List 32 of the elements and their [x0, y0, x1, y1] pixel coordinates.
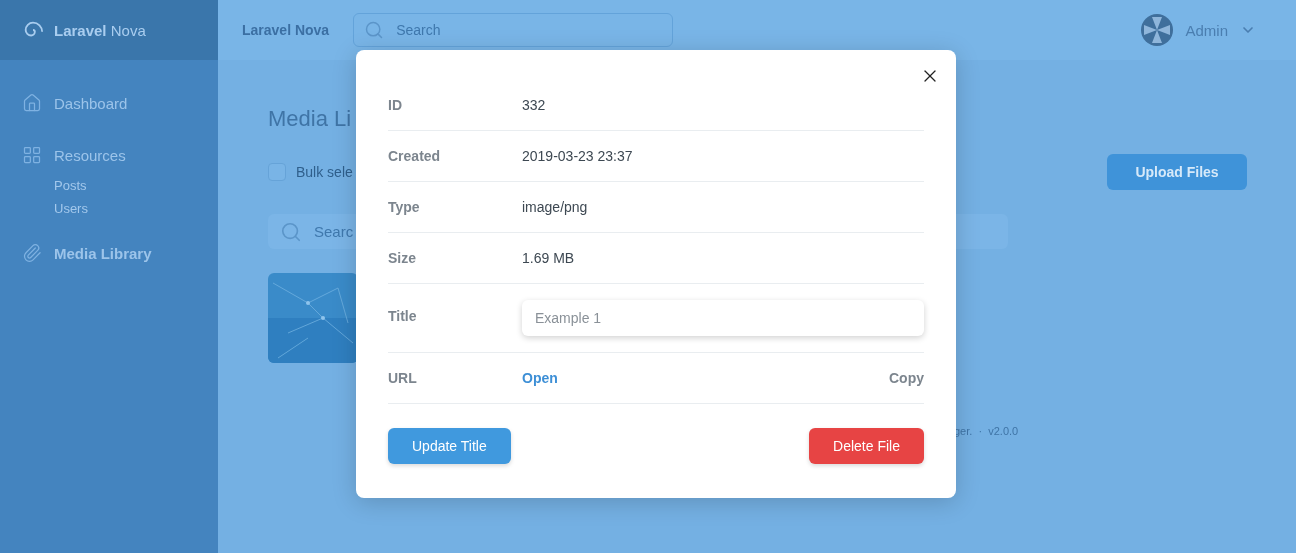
- sidebar-item[interactable]: Resources: [22, 140, 218, 170]
- field-label: Title: [388, 307, 418, 324]
- search-icon: [364, 20, 385, 40]
- field-value: 2019-03-23 23:37: [522, 148, 633, 164]
- upload-button[interactable]: Upload Files: [1107, 154, 1247, 190]
- field-label: Created: [388, 148, 442, 164]
- field-label: URL: [388, 370, 418, 386]
- copy-link[interactable]: Copy: [889, 370, 924, 386]
- app-name: Laravel Nova: [242, 22, 330, 38]
- sidebar-subitem[interactable]: Users: [54, 201, 218, 216]
- field-value: 332: [522, 97, 546, 113]
- field-value: image/png: [522, 199, 588, 215]
- open-link[interactable]: Open: [522, 370, 558, 386]
- title-input[interactable]: Example 1: [522, 300, 924, 336]
- search-field[interactable]: Search: [353, 13, 674, 47]
- sidebar-subitem[interactable]: Posts: [54, 178, 218, 193]
- sidebar-item[interactable]: Media Library: [22, 238, 218, 268]
- checkbox-label: Bulk sele: [296, 164, 353, 180]
- field-label: Size: [388, 250, 417, 266]
- delete-button[interactable]: Delete File: [809, 428, 924, 464]
- sidebar-item[interactable]: Dashboard: [22, 88, 218, 118]
- field-label: ID: [388, 97, 403, 113]
- field-value: 1.69 MB: [522, 250, 575, 266]
- brand-name: Laravel Nova: [54, 21, 146, 39]
- avatar-icon: [1141, 14, 1174, 46]
- update-button[interactable]: Update Title: [388, 428, 511, 464]
- search-icon: [280, 220, 302, 243]
- field-label: Type: [388, 199, 421, 215]
- grid-icon: [22, 145, 42, 165]
- home-icon: [22, 93, 42, 113]
- paperclip-icon: [22, 243, 42, 263]
- page-title: Media Li: [268, 106, 353, 133]
